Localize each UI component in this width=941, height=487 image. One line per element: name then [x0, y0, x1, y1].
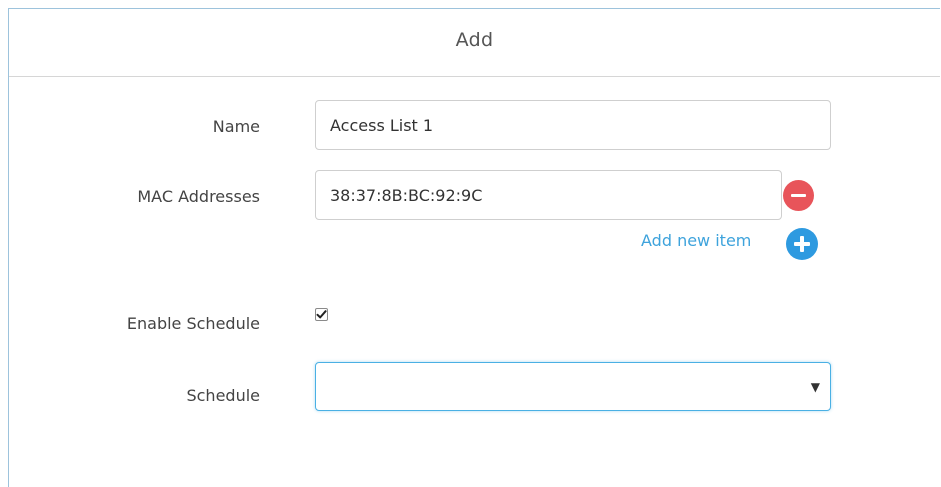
- dialog-title: Add: [455, 29, 494, 51]
- caret-down-icon: ▼: [810, 380, 820, 394]
- checkmark-icon: [316, 310, 327, 319]
- add-new-item-link[interactable]: Add new item: [641, 231, 751, 250]
- schedule-select[interactable]: ▼: [315, 362, 831, 411]
- mac-address-input[interactable]: [315, 170, 782, 220]
- mac-addresses-label: MAC Addresses: [137, 187, 260, 206]
- enable-schedule-checkbox[interactable]: [315, 308, 328, 321]
- plus-circle-icon[interactable]: [786, 228, 818, 260]
- schedule-label: Schedule: [186, 386, 260, 405]
- dialog-header: Add: [9, 9, 940, 77]
- enable-schedule-label: Enable Schedule: [126, 314, 260, 333]
- name-input[interactable]: [315, 100, 831, 150]
- minus-circle-icon[interactable]: [783, 180, 814, 211]
- name-label: Name: [212, 117, 260, 136]
